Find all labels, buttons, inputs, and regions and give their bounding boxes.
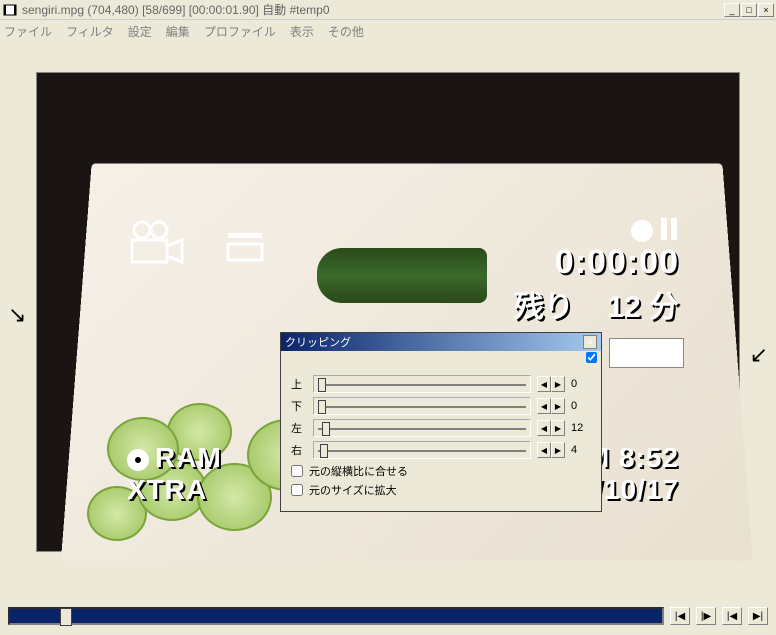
nav-play[interactable]: |▶ [696, 607, 716, 625]
titlebar: sengiri.mpg (704,480) [58/699] [00:00:01… [0, 0, 776, 20]
clip-slider-left[interactable] [313, 419, 531, 437]
clip-step-right[interactable]: ▶ [551, 420, 565, 436]
clip-slider-bottom[interactable] [313, 397, 531, 415]
seekbar-row: |◀ |▶ |◀ ▶| [8, 607, 768, 625]
clip-value-left: 12 [571, 422, 591, 434]
minimize-button[interactable]: _ [724, 3, 740, 17]
clip-step-right[interactable]: ▶ [551, 376, 565, 392]
clip-label-right: 右 [291, 442, 307, 458]
clip-step-right[interactable]: ▶ [551, 398, 565, 414]
seek-thumb[interactable] [60, 608, 72, 626]
clip-row-bottom: 下 ◀▶ 0 [291, 397, 591, 415]
clip-keep-aspect-checkbox[interactable] [291, 465, 303, 477]
menu-file[interactable]: ファイル [4, 23, 52, 40]
disc-icon [127, 449, 149, 471]
maximize-button[interactable]: □ [741, 3, 757, 17]
clipping-dialog[interactable]: クリッピング × 上 ◀▶ 0 下 ◀▶ 0 左 [280, 332, 602, 512]
video-content-cucumber [317, 248, 487, 303]
clip-step-right[interactable]: ▶ [551, 442, 565, 458]
osd-top-right: 0:00:00 残り 12 分 [514, 218, 679, 326]
clip-row-left: 左 ◀▶ 12 [291, 419, 591, 437]
clipping-close-button[interactable]: × [583, 335, 597, 349]
clip-value-right: 4 [571, 444, 591, 456]
clip-slider-right[interactable] [313, 441, 531, 459]
osd-remaining-label: 残り [514, 291, 574, 324]
clip-row-right: 右 ◀▶ 4 [291, 441, 591, 459]
osd-camera-icon [127, 218, 270, 271]
menu-other[interactable]: その他 [328, 23, 364, 40]
clip-step-left[interactable]: ◀ [537, 398, 551, 414]
menu-view[interactable]: 表示 [290, 23, 314, 40]
video-frame[interactable]: 0:00:00 残り 12 分 RAM XTRA PM 8:52 2004/10… [36, 72, 740, 552]
menu-settings[interactable]: 設定 [128, 23, 152, 40]
osd-xtra: XTRA [127, 474, 222, 506]
crop-arrow-right-icon: ↙ [750, 342, 768, 368]
record-icon [631, 220, 653, 242]
app-icon [2, 2, 18, 18]
clip-expand-size-checkbox[interactable] [291, 484, 303, 496]
video-area: ↘ ↙ 0:00:00 残り 12 分 RAM XTRA [0, 42, 776, 582]
nav-first[interactable]: |◀ [722, 607, 742, 625]
clip-keep-aspect: 元の縦横比に合せる [291, 463, 591, 479]
clip-value-bottom: 0 [571, 400, 591, 412]
clip-label-bottom: 下 [291, 398, 307, 414]
clip-expand-size: 元のサイズに拡大 [291, 482, 591, 498]
clip-label-top: 上 [291, 376, 307, 392]
osd-remaining-unit: 分 [649, 291, 679, 324]
clipping-pin-checkbox[interactable] [586, 352, 597, 363]
nav-prev-frame[interactable]: |◀ [670, 607, 690, 625]
clip-row-top: 上 ◀▶ 0 [291, 375, 591, 393]
nav-last[interactable]: ▶| [748, 607, 768, 625]
clipping-title: クリッピング [285, 334, 583, 350]
osd-remaining-value: 12 [607, 291, 640, 324]
osd-bottom-left: RAM XTRA [127, 442, 222, 506]
clip-label-left: 左 [291, 420, 307, 436]
clip-step-left[interactable]: ◀ [537, 376, 551, 392]
pause-icon [659, 218, 679, 243]
clipping-titlebar[interactable]: クリッピング × [281, 333, 601, 351]
osd-timecode: 0:00:00 [514, 243, 679, 282]
clip-step-left[interactable]: ◀ [537, 420, 551, 436]
osd-white-box [609, 338, 684, 368]
clip-value-top: 0 [571, 378, 591, 390]
close-button[interactable]: × [758, 3, 774, 17]
clip-slider-top[interactable] [313, 375, 531, 393]
osd-ram: RAM [155, 442, 222, 473]
menu-edit[interactable]: 編集 [166, 23, 190, 40]
menubar: ファイル フィルタ 設定 編集 プロファイル 表示 その他 [0, 20, 776, 42]
window-title: sengiri.mpg (704,480) [58/699] [00:00:01… [22, 1, 724, 18]
crop-arrow-left-icon: ↘ [8, 302, 26, 328]
clip-step-left[interactable]: ◀ [537, 442, 551, 458]
menu-profile[interactable]: プロファイル [204, 23, 276, 40]
seekbar[interactable] [8, 607, 664, 625]
menu-filter[interactable]: フィルタ [66, 23, 114, 40]
